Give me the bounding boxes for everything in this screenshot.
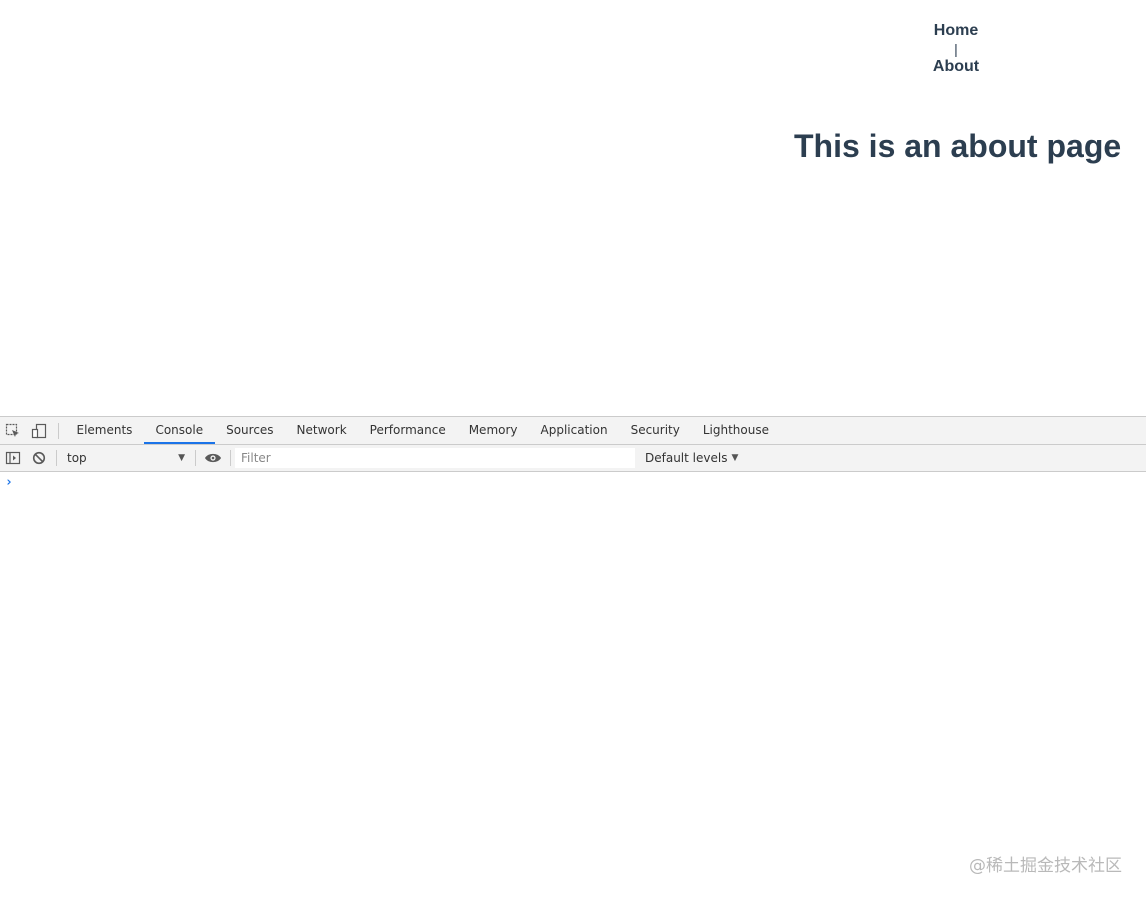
watermark: @稀土掘金技术社区 [969, 856, 1122, 876]
toolbar-divider [56, 450, 57, 466]
context-selector-value: top [67, 451, 87, 465]
devtools-panel: Elements Console Sources Network Perform… [0, 416, 1146, 899]
site-nav: Home | About [906, 22, 1006, 76]
tab-lighthouse[interactable]: Lighthouse [691, 417, 780, 444]
devtools-tab-bar: Elements Console Sources Network Perform… [0, 417, 1146, 445]
filter-input[interactable] [235, 448, 635, 468]
nav-link-about[interactable]: About [906, 58, 1006, 76]
dropdown-arrow-icon: ▼ [178, 453, 185, 463]
tab-network[interactable]: Network [285, 417, 358, 444]
sidebar-toggle-icon[interactable] [0, 445, 26, 472]
web-page: Home | About This is an about page [0, 0, 1146, 416]
console-prompt-icon: › [5, 475, 13, 490]
nav-link-home[interactable]: Home [906, 22, 1006, 40]
toolbar-divider [195, 450, 196, 466]
log-levels-label: Default levels [645, 451, 728, 465]
dropdown-arrow-icon: ▼ [731, 453, 739, 463]
device-toolbar-icon[interactable] [26, 417, 52, 444]
tab-memory[interactable]: Memory [457, 417, 529, 444]
tab-elements[interactable]: Elements [65, 417, 144, 444]
tab-application[interactable]: Application [529, 417, 619, 444]
context-selector[interactable]: top ▼ [59, 448, 191, 468]
clear-console-icon[interactable] [26, 445, 52, 472]
inspect-element-icon[interactable] [0, 417, 26, 444]
tab-sources[interactable]: Sources [215, 417, 285, 444]
log-levels-dropdown[interactable]: Default levels ▼ [645, 451, 738, 465]
console-toolbar: top ▼ Default levels ▼ [0, 445, 1146, 472]
tab-performance[interactable]: Performance [358, 417, 457, 444]
toolbar-divider [230, 450, 231, 466]
console-output[interactable]: › @稀土掘金技术社区 [0, 472, 1146, 898]
eye-icon[interactable] [200, 445, 226, 472]
page-title: This is an about page [794, 128, 1122, 164]
toolbar-divider [58, 422, 59, 439]
nav-separator: | [954, 41, 958, 57]
tab-console[interactable]: Console [143, 417, 215, 444]
tab-security[interactable]: Security [619, 417, 691, 444]
